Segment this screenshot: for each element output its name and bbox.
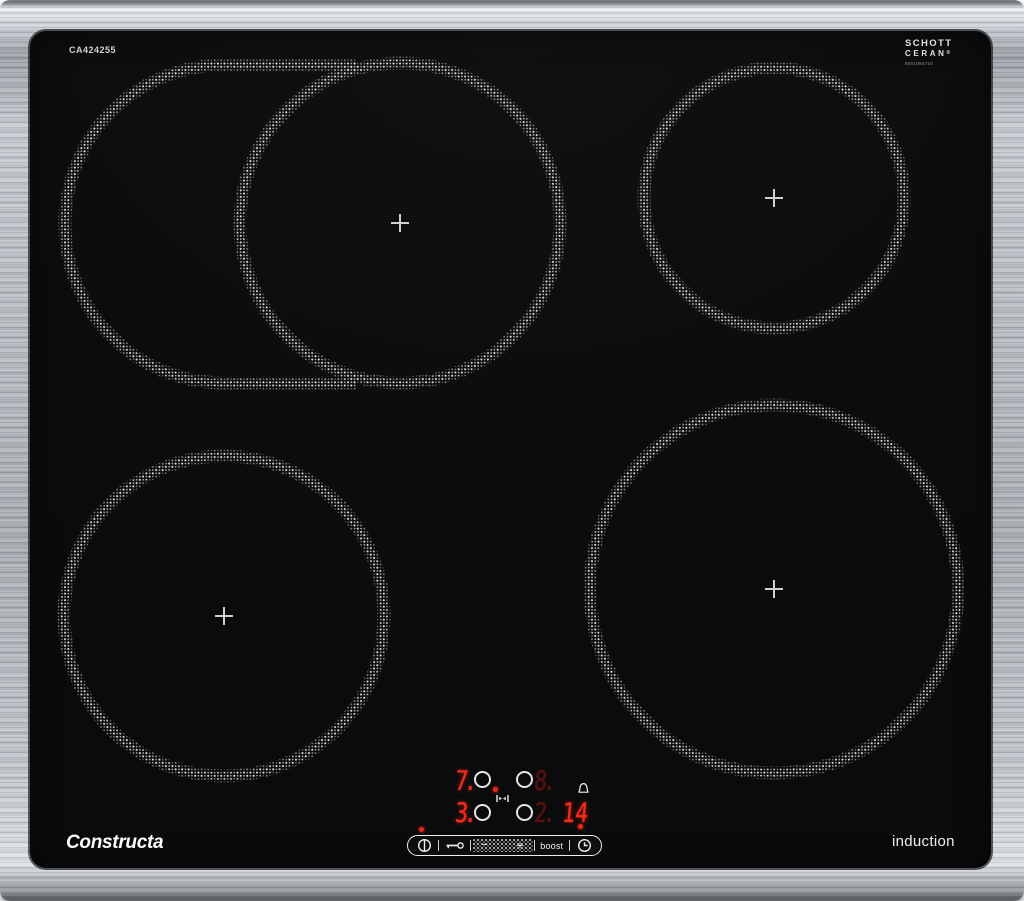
power-level-slider[interactable]: − + <box>472 839 533 852</box>
zone-select-button-front-right[interactable] <box>516 804 533 821</box>
slider-plus-button[interactable]: + <box>516 839 523 851</box>
heat-indicator-led <box>493 787 498 792</box>
brand-logo: Constructa <box>66 832 164 853</box>
zone-select-button-back-right[interactable] <box>516 771 533 788</box>
divider <box>438 840 440 851</box>
zone-select-button-back-left[interactable] <box>474 771 491 788</box>
clock-icon <box>577 838 592 853</box>
boost-button[interactable]: boost <box>536 836 568 855</box>
schott-logo-line1: SCHOTT <box>905 38 953 49</box>
divider <box>470 840 472 851</box>
glass-serial-code: 8001094710 <box>905 60 934 66</box>
slider-minus-button[interactable]: − <box>482 839 488 851</box>
boost-label: boost <box>540 840 564 851</box>
registered-trademark: ® <box>946 49 951 56</box>
zone-level-display-back-left: 7. <box>453 766 479 797</box>
pan-transfer-icon <box>496 794 509 803</box>
model-number: CA424255 <box>69 45 117 55</box>
power-button[interactable] <box>411 836 437 855</box>
induction-hob: CA424255 SCHOTT CERAN® 8001094710 7. 8. … <box>0 0 1024 901</box>
schott-ceran-logo: SCHOTT CERAN® 8001094710 <box>905 39 952 66</box>
timer-display: 14 <box>560 798 590 829</box>
touch-control-bar: − + boost <box>407 835 602 856</box>
power-icon <box>417 838 431 853</box>
key-icon <box>446 842 465 849</box>
zone-select-button-front-left[interactable] <box>474 804 491 821</box>
zone-level-display-front-left: 3. <box>453 798 479 829</box>
timer-button[interactable] <box>571 836 598 855</box>
ceramic-glass-surface <box>30 31 991 868</box>
product-type-label: induction <box>892 833 955 850</box>
divider <box>568 840 570 851</box>
schott-logo-line2: CERAN® <box>905 48 951 58</box>
power-indicator-led <box>419 827 424 832</box>
child-lock-button[interactable] <box>440 836 469 855</box>
timer-indicator-led <box>578 824 583 829</box>
zone-level-display-back-right: 8. <box>532 766 558 797</box>
zone-level-display-front-right: 2. <box>532 798 558 829</box>
divider <box>533 840 535 851</box>
timer-alarm-bell-icon <box>577 782 590 796</box>
